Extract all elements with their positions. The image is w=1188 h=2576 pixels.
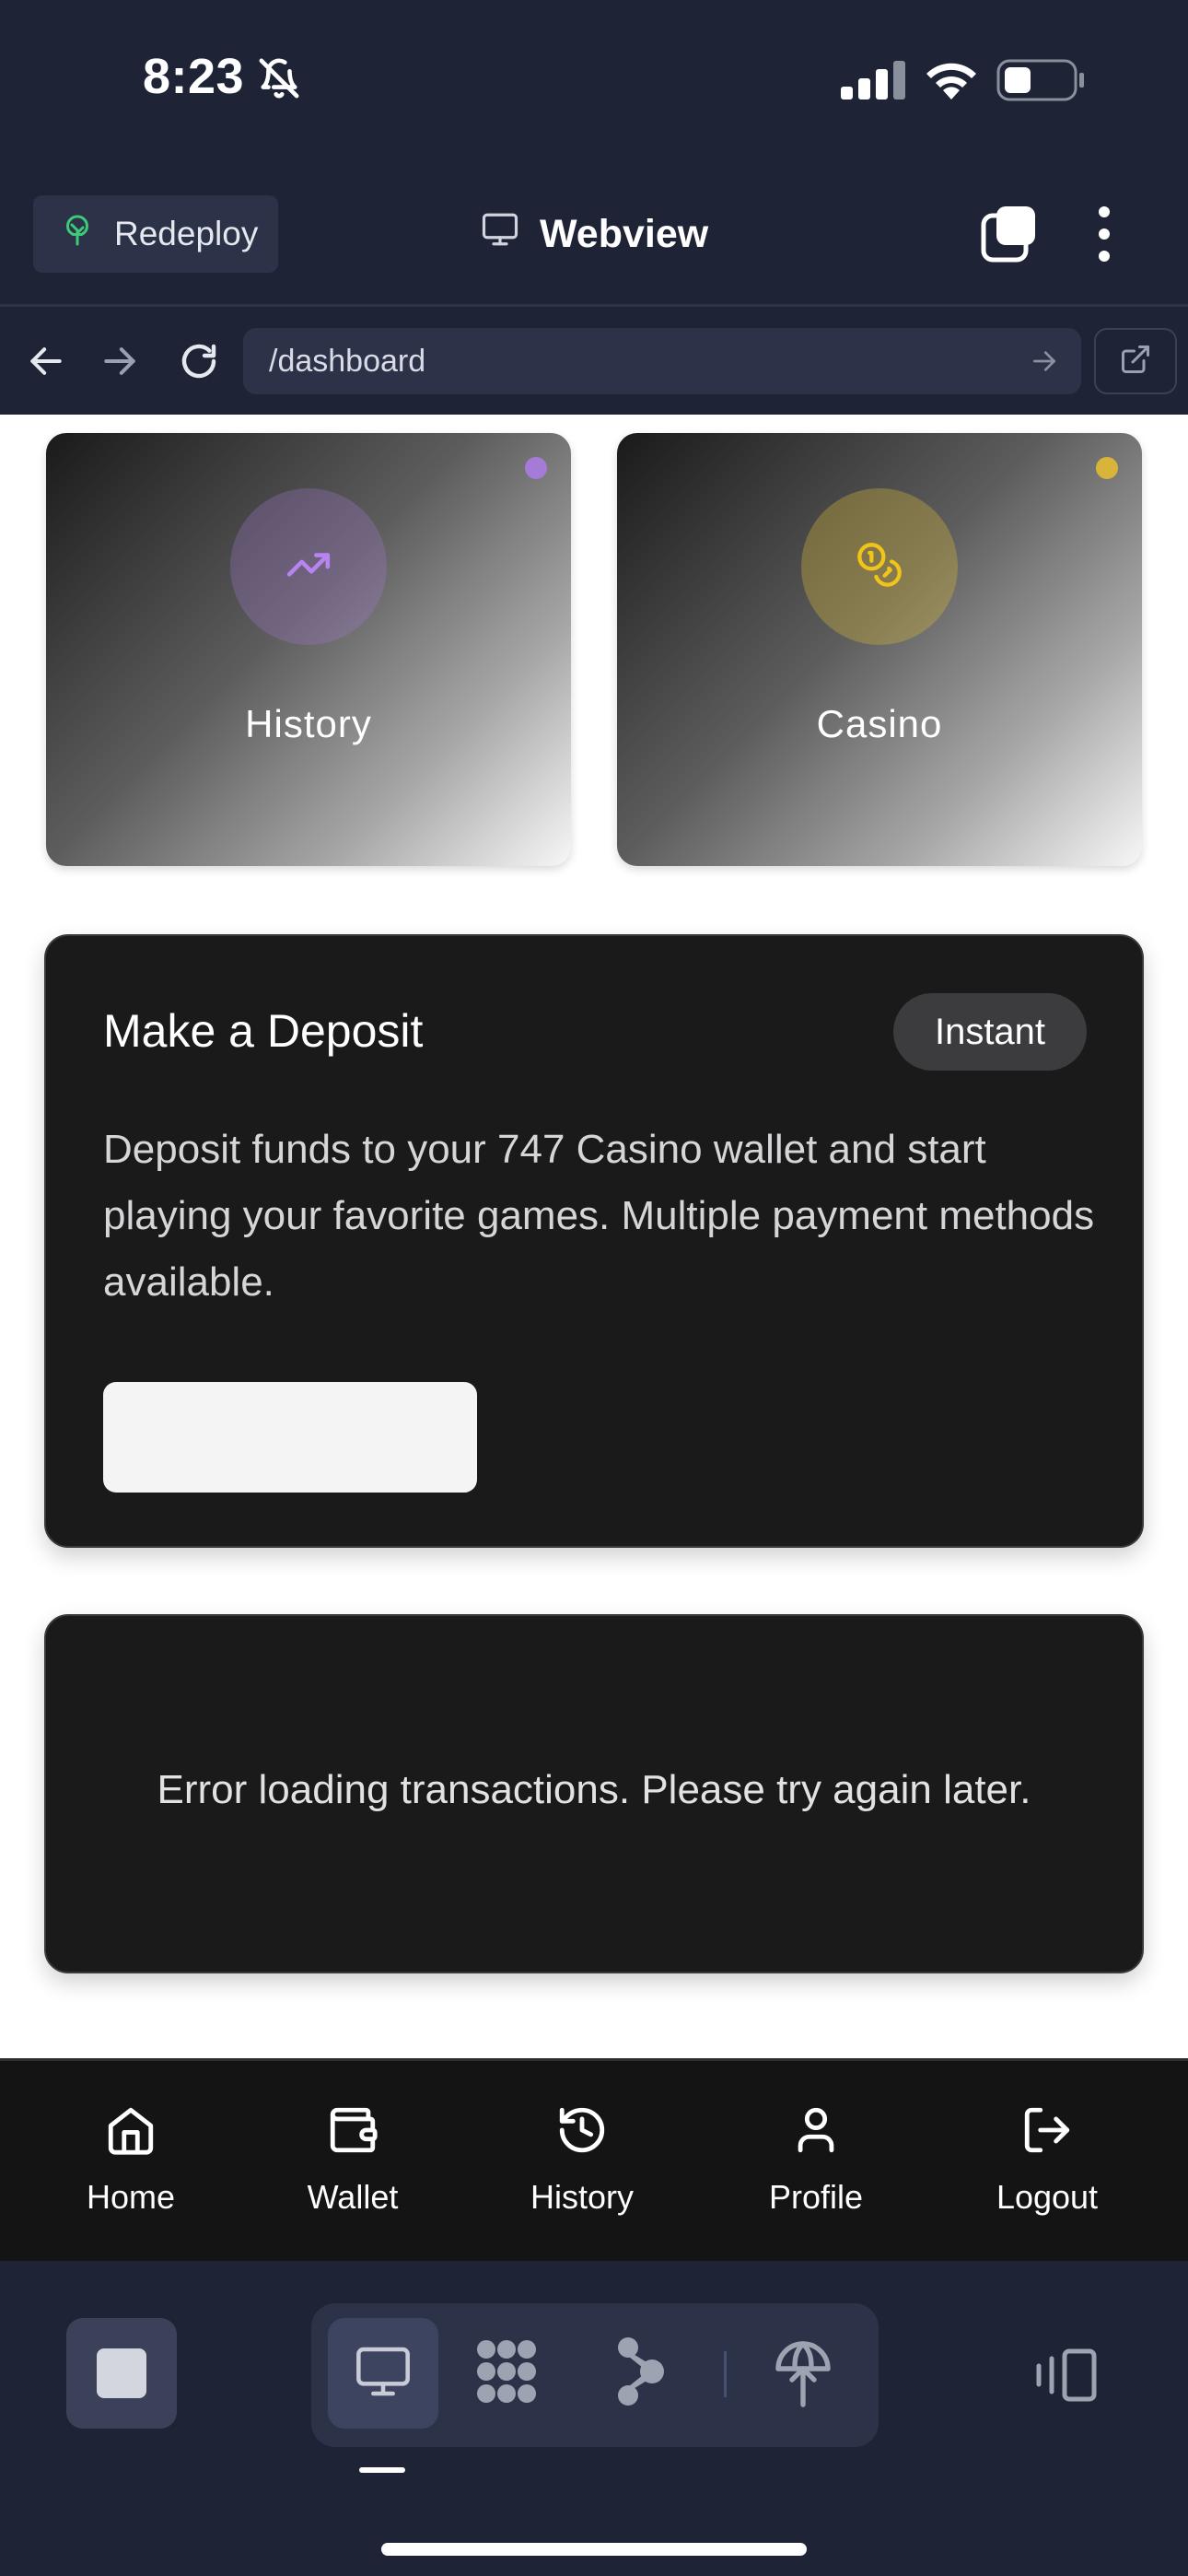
wallet-icon [326, 2103, 379, 2165]
go-arrow-icon[interactable] [1030, 346, 1059, 381]
stop-button[interactable] [66, 2318, 177, 2429]
user-icon [789, 2103, 843, 2165]
webview-title: Webview [479, 205, 708, 263]
tile-label: History [245, 702, 372, 745]
status-dot [1096, 457, 1118, 479]
nav-item-wallet[interactable]: Wallet [261, 2103, 445, 2217]
deposit-title: Make a Deposit [103, 1005, 424, 1057]
deposit-card: Make a Deposit Instant Deposit funds to … [44, 934, 1144, 1548]
nav-item-home[interactable]: Home [39, 2103, 223, 2217]
redeploy-label: Redeploy [114, 215, 259, 252]
tree-icon [61, 212, 94, 257]
tabs-icon[interactable] [980, 205, 1039, 268]
deploy-icon[interactable] [770, 2335, 836, 2413]
bottom-nav: Home Wallet History Profile Logout [0, 2058, 1188, 2261]
logout-icon [1020, 2103, 1074, 2165]
back-arrow-icon[interactable] [26, 341, 66, 386]
deposit-description: Deposit funds to your 747 Casino wallet … [103, 1127, 1095, 1305]
instant-badge: Instant [893, 993, 1087, 1071]
chrome-divider [0, 304, 1188, 307]
home-indicator [381, 2543, 807, 2556]
url-text: /dashboard [269, 343, 426, 379]
forward-arrow-icon[interactable] [99, 341, 140, 386]
tile-label: Casino [816, 702, 943, 745]
active-mode-indicator [359, 2467, 405, 2473]
nav-item-logout[interactable]: Logout [955, 2103, 1139, 2217]
history-icon [555, 2103, 609, 2165]
wifi-icon [923, 59, 980, 104]
tile-icon-circle [801, 488, 958, 645]
reload-icon[interactable] [177, 339, 221, 388]
external-link-icon [1119, 343, 1152, 381]
monitor-icon [351, 2342, 415, 2406]
grid-dots-icon[interactable] [470, 2335, 543, 2413]
nav-label: Profile [768, 2178, 864, 2216]
bell-off-icon [258, 57, 300, 104]
history-tile[interactable]: History [46, 433, 571, 866]
monitor-icon [479, 210, 521, 259]
trending-up-icon [285, 542, 332, 592]
transactions-error-message: Error loading transactions. Please try a… [157, 1767, 1031, 1812]
transactions-card: Error loading transactions. Please try a… [44, 1614, 1144, 1973]
more-vertical-icon[interactable] [1092, 205, 1116, 268]
url-input[interactable]: /dashboard [243, 328, 1081, 394]
status-dot [525, 457, 547, 479]
status-time: 8:23 [143, 49, 245, 104]
mode-separator [724, 2351, 727, 2397]
casino-tile[interactable]: Casino [617, 433, 1142, 866]
redeploy-button[interactable]: Redeploy [33, 195, 278, 273]
nav-item-history[interactable]: History [490, 2103, 674, 2217]
device-toggle-icon[interactable] [1031, 2348, 1098, 2407]
coins-icon [856, 541, 903, 593]
nav-label: Logout [996, 2178, 1099, 2216]
nav-label: History [530, 2178, 634, 2216]
tile-icon-circle [230, 488, 387, 645]
webview-title-text: Webview [540, 211, 709, 256]
nav-label: Wallet [307, 2178, 399, 2216]
deposit-now-button[interactable]: Deposit Now [103, 1382, 477, 1493]
nav-label: Home [86, 2178, 176, 2216]
webview-mode-button[interactable] [328, 2318, 438, 2429]
stop-icon [97, 2348, 146, 2398]
signal-icon [841, 61, 905, 104]
home-icon [104, 2103, 157, 2165]
branch-icon[interactable] [611, 2335, 667, 2413]
open-external-button[interactable] [1094, 328, 1177, 394]
battery-icon [996, 59, 1085, 106]
nav-item-profile[interactable]: Profile [724, 2103, 908, 2217]
